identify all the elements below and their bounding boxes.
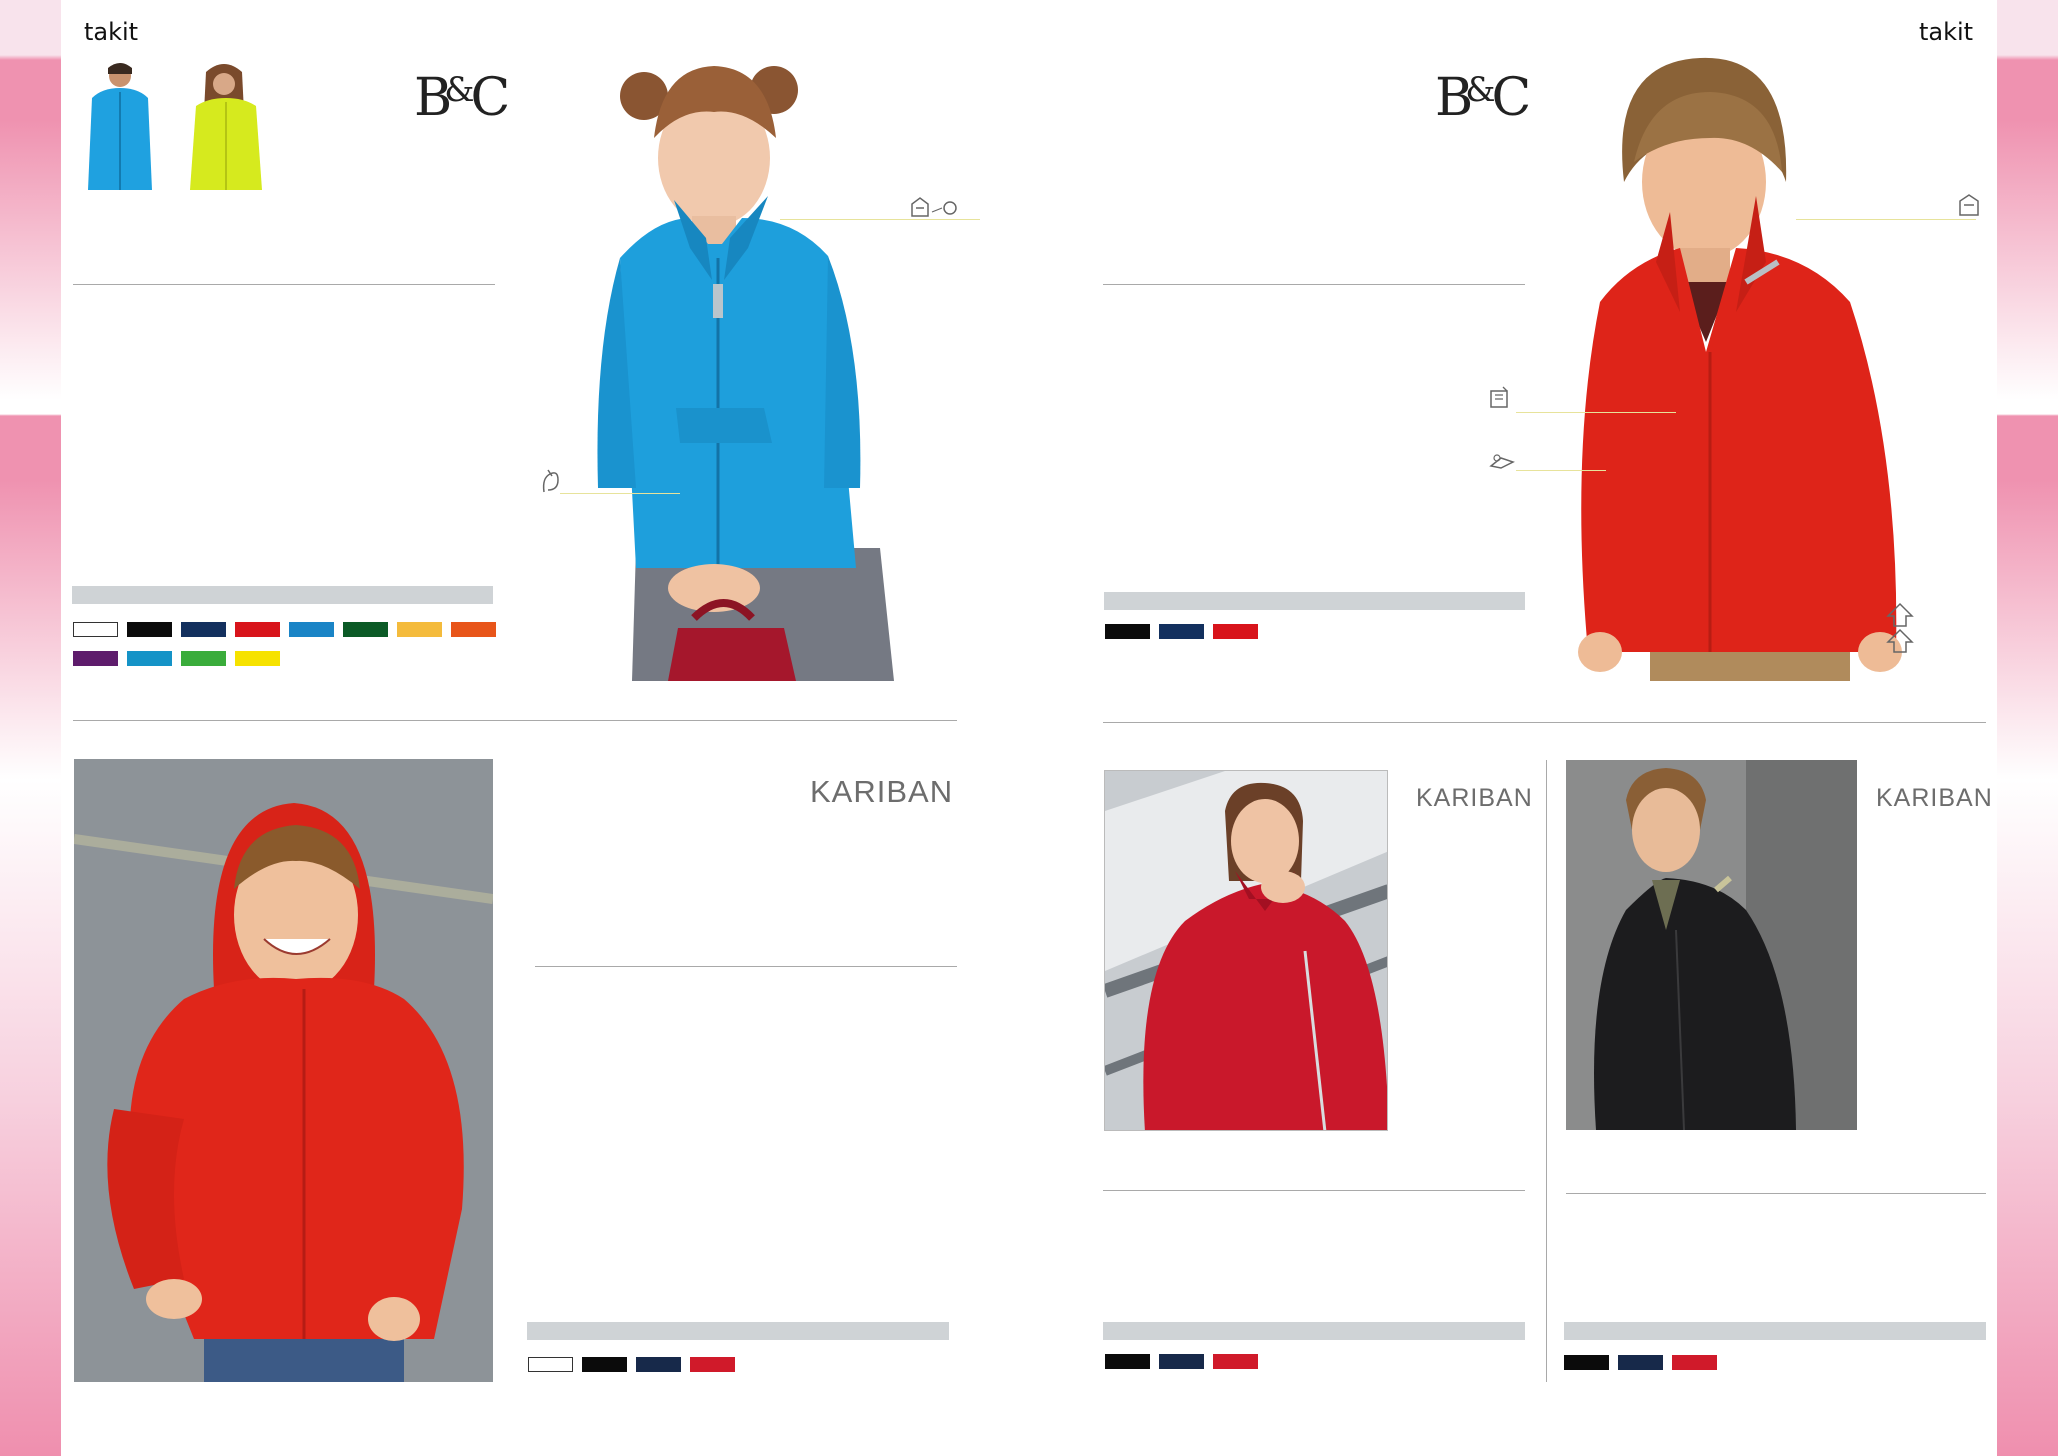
kariban-logo-right-1: KARIBAN [1416,784,1533,812]
color-swatches-left-bottom [528,1357,951,1372]
callout-line [1516,470,1606,471]
brand-name-right: takit [1919,18,1974,46]
color-bar [527,1322,949,1340]
divider [73,284,495,285]
swatch-black[interactable] [1105,1354,1150,1369]
photo-boy-black-jacket [1566,760,1857,1130]
swatch-black[interactable] [1564,1355,1609,1370]
callout-line [1516,412,1676,413]
column-divider [1546,760,1547,1382]
swatch-royal[interactable] [289,622,334,637]
color-bar [1564,1322,1986,1340]
swatch-red[interactable] [1213,1354,1258,1369]
kariban-logo-right-2: KARIBAN [1876,784,1993,812]
divider [1103,722,1986,723]
photo-boy-red-hooded-jacket [74,759,493,1382]
swatch-red[interactable] [690,1357,735,1372]
swatch-navy[interactable] [636,1357,681,1372]
sizes-icon [1886,602,1914,658]
swatch-gold[interactable] [397,622,442,637]
sleeve-icon [1489,452,1515,476]
swatch-green[interactable] [181,651,226,666]
zip-pull-icon [910,196,962,222]
color-bar [72,586,493,604]
swatch-red[interactable] [1213,624,1258,639]
thumbnail-yellow-jacket [184,62,268,190]
callout-line [1796,219,1976,220]
swatch-red[interactable] [235,622,280,637]
swatch-white[interactable] [73,622,118,637]
swatch-navy[interactable] [1159,624,1204,639]
swatch-orange[interactable] [451,622,496,637]
photo-boy-red-jacket [1570,52,1910,681]
swatch-white[interactable] [528,1357,573,1372]
swatch-black[interactable] [1105,624,1150,639]
swatch-black[interactable] [127,622,172,637]
swatch-black[interactable] [582,1357,627,1372]
divider [1566,1193,1986,1194]
brand-name-left: takit [84,18,139,46]
swatch-navy[interactable] [181,622,226,637]
bc-logo-left: B&C [414,68,510,128]
swatch-navy[interactable] [1159,1354,1204,1369]
photo-girl-red-jacket [1104,770,1388,1131]
color-swatches-right-bottom [1564,1355,1987,1370]
elastic-cuff-icon [540,468,562,498]
callout-line [560,493,680,494]
swatch-atoll[interactable] [127,651,172,666]
bc-logo-right: B&C [1435,68,1531,128]
color-swatches-left-top [73,622,496,666]
collar-icon [1958,193,1980,221]
divider [1103,284,1525,285]
swatch-bottle-green[interactable] [343,622,388,637]
swatch-purple[interactable] [73,651,118,666]
swatch-red[interactable] [1672,1355,1717,1370]
color-swatches-right-mid [1105,1354,1528,1369]
color-swatches-right-top [1105,624,1528,639]
photo-girl-blue-jacket [584,48,894,681]
divider [535,966,957,967]
divider [1103,1190,1525,1191]
kariban-logo-left: KARIBAN [810,774,954,809]
divider [73,720,957,721]
thumbnail-blue-jacket [80,62,158,190]
swatch-navy[interactable] [1618,1355,1663,1370]
color-bar [1104,592,1525,610]
color-bar [1103,1322,1525,1340]
left-page-edge [0,0,61,1456]
right-page-edge [1997,0,2058,1456]
pocket-icon [1489,385,1511,413]
swatch-yellow[interactable] [235,651,280,666]
